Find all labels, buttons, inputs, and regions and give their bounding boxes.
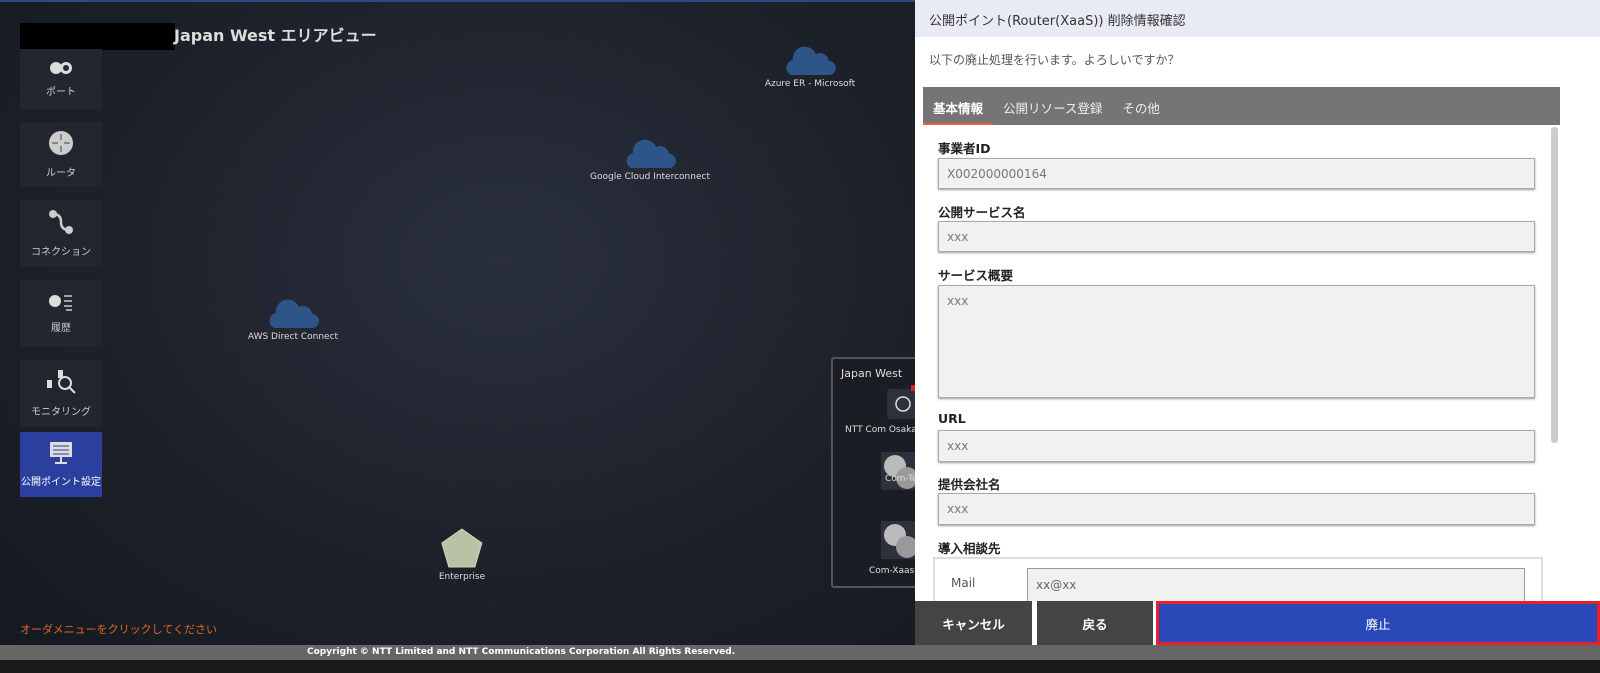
footer: Copyright © NTT Limited and NTT Communic… <box>0 645 1600 660</box>
mail-field[interactable]: xx@xx <box>1027 568 1525 601</box>
field-label: 公開サービス名 <box>938 205 1026 220</box>
enterprise-node[interactable]: Enterprise <box>439 527 485 582</box>
sidebar-item-label: モニタリング <box>31 407 91 418</box>
sidebar-item-label: 公開ポイント設定 <box>21 477 101 488</box>
sidebar-item-port[interactable]: ポート <box>20 49 102 109</box>
cloud-label: AWS Direct Connect <box>247 332 339 342</box>
port-icon <box>50 61 72 74</box>
router-node[interactable] <box>881 452 918 490</box>
abolish-button[interactable]: 廃止 <box>1156 601 1600 645</box>
cloud-icon <box>269 299 319 328</box>
service-name-field[interactable]: xxx <box>938 221 1535 252</box>
field-label: 事業者ID <box>938 141 991 156</box>
tab-public-resource[interactable]: 公開リソース登録 <box>993 87 1112 125</box>
bottom-bar <box>0 660 1600 673</box>
sidebar-item-label: ルータ <box>46 168 76 179</box>
node-label: NTT Com Osaka( <box>845 425 921 435</box>
cloud-node-google[interactable]: Google Cloud Interconnect <box>590 135 710 182</box>
url-field[interactable]: xxx <box>938 430 1535 462</box>
back-button[interactable]: 戻る <box>1037 601 1153 645</box>
enterprise-label: Enterprise <box>438 572 486 582</box>
field-label: サービス概要 <box>938 268 1014 283</box>
sidebar-item-label: コネクション <box>31 247 91 258</box>
connection-icon <box>49 210 73 234</box>
sidebar-item-connection[interactable]: コネクション <box>20 200 102 267</box>
sidebar-item-label: 履歴 <box>51 323 71 334</box>
contact-label: 導入相談先 <box>938 541 1001 556</box>
operator-id-field[interactable]: X002000000164 <box>938 158 1535 189</box>
cloud-node-azure[interactable]: Azure ER - Microsoft <box>765 42 855 89</box>
copyright: Copyright © NTT Limited and NTT Communic… <box>307 647 736 657</box>
order-hint: オーダメニューをクリックしてください <box>20 623 218 636</box>
mail-label: Mail <box>951 576 976 590</box>
area-title: Japan West エリアビュー <box>174 26 377 45</box>
company-name-field[interactable]: xxx <box>938 493 1535 525</box>
cloud-label: Google Cloud Interconnect <box>590 172 710 182</box>
router-icon <box>884 455 918 489</box>
delete-confirm-dialog: 公開ポイント(Router(XaaS)) 削除情報確認 以下の廃止処理を行います… <box>915 0 1600 645</box>
sidebar-item-history[interactable]: 履歴 <box>20 280 102 347</box>
dialog-message: 以下の廃止処理を行います。よろしいですか？ <box>929 53 1180 67</box>
scrollbar[interactable] <box>1551 127 1558 443</box>
redacted-block <box>20 23 175 50</box>
cancel-button[interactable]: キャンセル <box>915 601 1032 645</box>
field-label: URL <box>938 411 966 426</box>
contact-box: Mail xx@xx <box>933 557 1543 601</box>
tab-other[interactable]: その他 <box>1112 87 1170 125</box>
node-label: Com-Te <box>885 474 918 484</box>
sidebar-item-router[interactable]: ルータ <box>20 122 102 187</box>
area-map: Japan West エリアビュー ポート ルータ コネクション 履歴 モニタリ… <box>0 0 931 645</box>
dialog-title: 公開ポイント(Router(XaaS)) 削除情報確認 <box>915 0 1600 37</box>
xaas-router-node[interactable] <box>881 521 918 559</box>
cloud-node-aws[interactable]: AWS Direct Connect <box>248 295 338 342</box>
tab-basic-info[interactable]: 基本情報 <box>923 87 994 125</box>
sidebar-item-public-point[interactable]: 公開ポイント設定 <box>20 432 102 497</box>
service-summary-field[interactable]: xxx <box>938 285 1535 398</box>
field-label: 提供会社名 <box>938 477 1001 492</box>
region-title: Japan West <box>841 367 903 380</box>
monitoring-icon <box>47 370 76 394</box>
node-label: Com-XaasR <box>869 566 921 576</box>
pentagon-icon <box>441 528 483 568</box>
history-icon <box>49 295 72 311</box>
xaas-router-icon <box>884 524 918 558</box>
cloud-label: Azure ER - Microsoft <box>764 79 856 89</box>
router-icon <box>49 131 73 155</box>
cloud-icon <box>786 46 836 75</box>
sidebar-item-monitoring[interactable]: モニタリング <box>20 360 102 427</box>
cloud-icon <box>626 139 676 168</box>
public-point-icon <box>50 442 72 464</box>
sidebar-item-label: ポート <box>46 86 76 98</box>
tab-bar: 基本情報 公開リソース登録 その他 <box>923 87 1560 125</box>
